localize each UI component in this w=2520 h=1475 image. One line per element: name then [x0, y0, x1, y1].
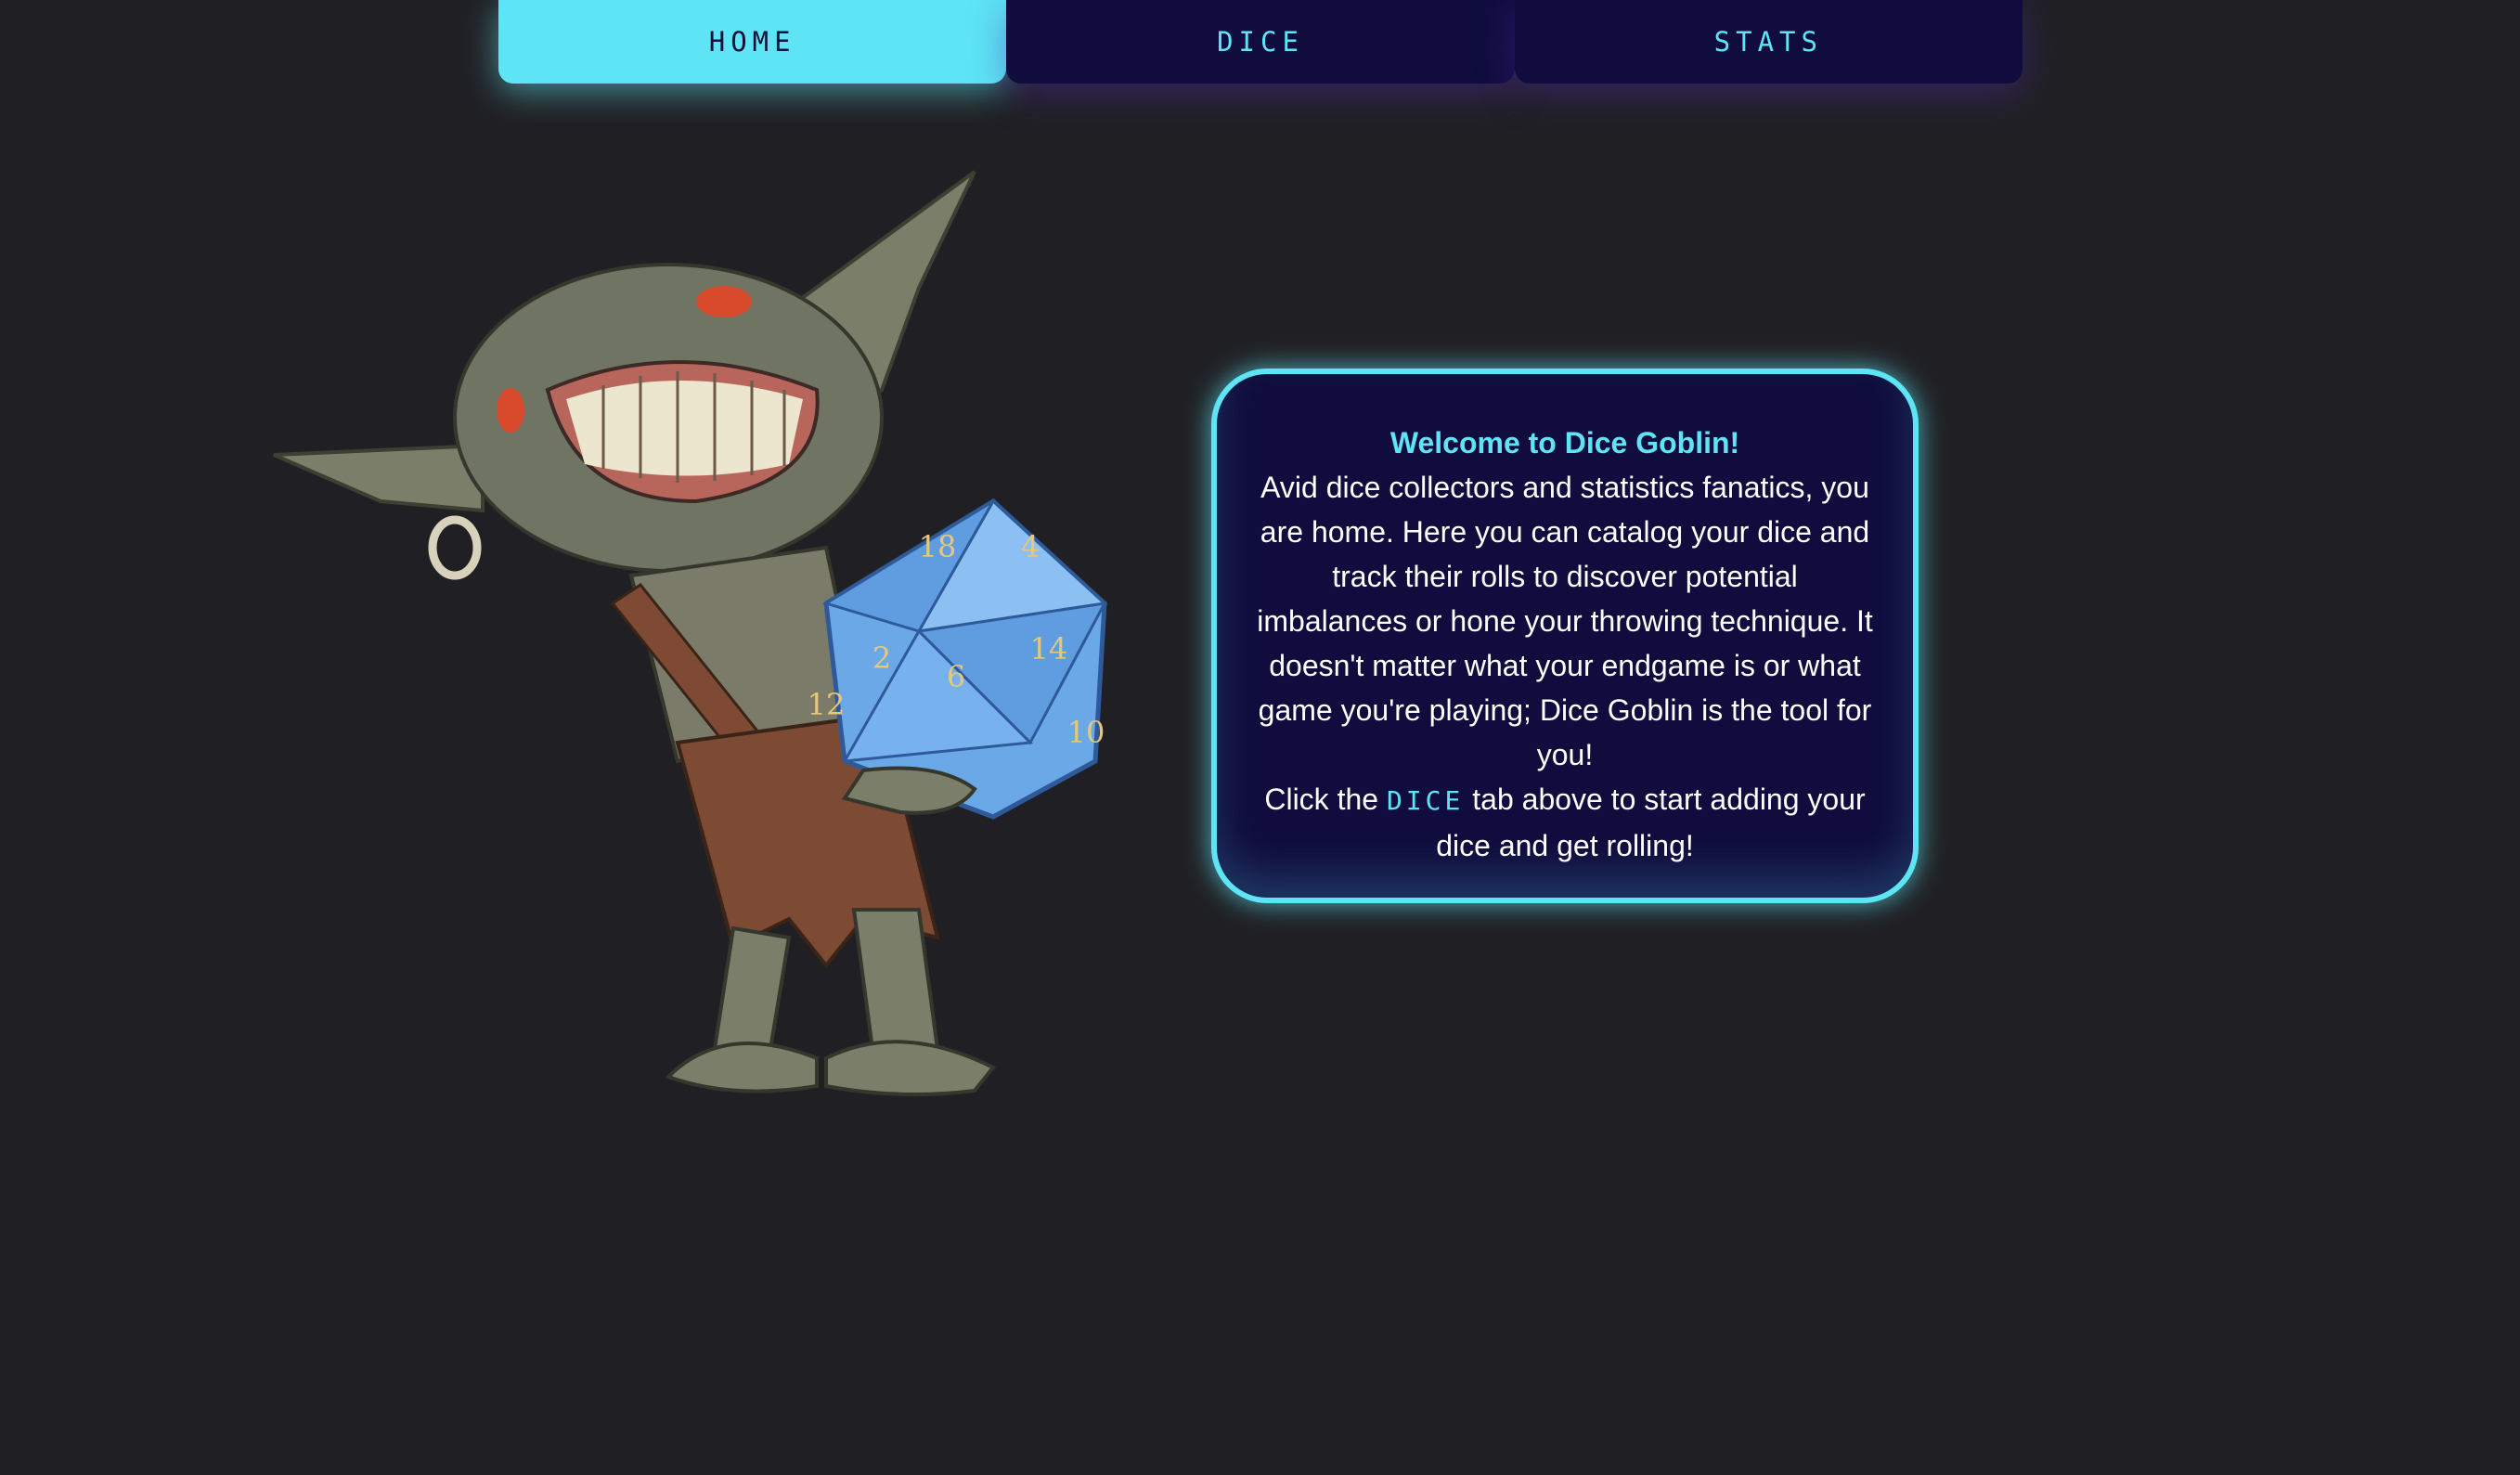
welcome-body: Avid dice collectors and statistics fana… [1257, 471, 1873, 771]
cta-prefix: Click the [1264, 783, 1387, 816]
welcome-cta: Click the DICE tab above to start adding… [1254, 777, 1876, 868]
svg-text:18: 18 [919, 529, 957, 564]
tab-home[interactable]: HOME [498, 0, 1007, 84]
svg-text:10: 10 [1067, 715, 1105, 750]
main-nav: HOME DICE STATS [498, 0, 2022, 84]
svg-text:2: 2 [872, 640, 891, 676]
svg-text:6: 6 [947, 659, 965, 694]
svg-text:4: 4 [1021, 529, 1040, 564]
tab-dice[interactable]: DICE [1006, 0, 1515, 84]
welcome-card: Welcome to Dice Goblin! Avid dice collec… [1211, 369, 1919, 903]
dice-tab-link[interactable]: DICE [1387, 785, 1464, 816]
goblin-illustration-icon: 18 4 2 6 14 12 10 [273, 170, 1108, 1096]
svg-text:14: 14 [1030, 631, 1068, 666]
svg-text:12: 12 [808, 687, 846, 722]
tab-stats[interactable]: STATS [1514, 0, 2022, 84]
cta-suffix: tab above to start adding your dice and … [1436, 783, 1866, 862]
welcome-title: Welcome to Dice Goblin! [1389, 426, 1740, 459]
